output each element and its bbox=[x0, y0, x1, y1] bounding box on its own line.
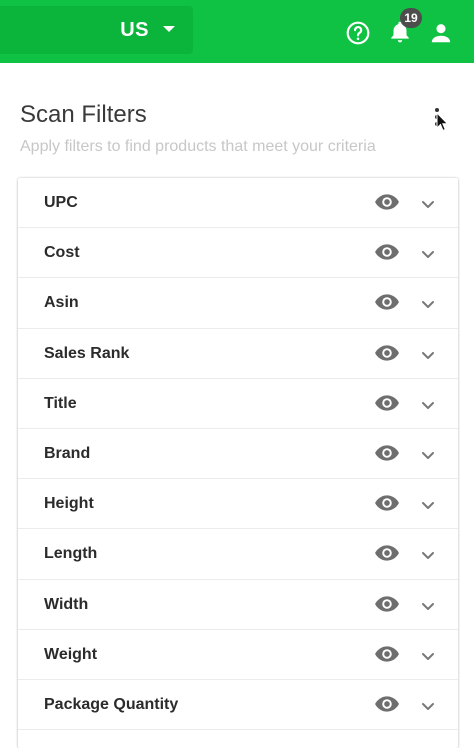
filter-row[interactable]: Cost bbox=[18, 228, 458, 279]
region-label: US bbox=[120, 18, 149, 41]
filter-label: UPC bbox=[44, 194, 78, 211]
filter-row[interactable]: Width bbox=[18, 580, 458, 630]
eye-icon[interactable] bbox=[374, 343, 400, 363]
chevron-down-icon[interactable] bbox=[420, 698, 436, 714]
filter-label: Weight bbox=[44, 645, 98, 663]
filter-label: Width bbox=[44, 595, 89, 613]
more-vertical-icon[interactable] bbox=[428, 106, 446, 132]
region-dropdown[interactable]: US bbox=[0, 6, 193, 54]
filter-label: Brand bbox=[44, 444, 91, 462]
eye-icon[interactable] bbox=[374, 543, 400, 563]
filters-list: UPC Cost Asin Sales Rank Title Brand Height Len… bbox=[18, 178, 458, 748]
user-icon[interactable] bbox=[428, 20, 454, 46]
chevron-down-icon[interactable] bbox=[420, 497, 436, 513]
filter-label: Length bbox=[44, 545, 98, 563]
eye-icon[interactable] bbox=[374, 594, 400, 614]
filter-row[interactable]: Asin bbox=[18, 278, 458, 329]
filter-label: Sales Rank bbox=[44, 344, 130, 362]
eye-icon[interactable] bbox=[374, 694, 400, 714]
filter-row[interactable]: Height bbox=[18, 479, 458, 530]
filter-row[interactable]: UPC bbox=[18, 178, 458, 229]
filter-row[interactable]: Brand bbox=[18, 429, 458, 480]
eye-icon[interactable] bbox=[374, 644, 400, 664]
notification-count-badge: 19 bbox=[400, 8, 422, 28]
chevron-down-icon[interactable] bbox=[420, 598, 436, 614]
eye-icon[interactable] bbox=[374, 443, 400, 463]
top-app-bar: US 19 bbox=[0, 0, 474, 63]
filter-row[interactable]: Package Quantity bbox=[18, 680, 458, 731]
filter-label: Asin bbox=[44, 294, 79, 312]
chevron-down-icon[interactable] bbox=[420, 347, 436, 363]
eye-icon[interactable] bbox=[374, 242, 400, 262]
chevron-down-icon[interactable] bbox=[420, 397, 436, 413]
eye-icon[interactable] bbox=[374, 393, 400, 413]
filter-row[interactable]: Length bbox=[18, 529, 458, 580]
help-circle-icon[interactable] bbox=[345, 20, 371, 46]
filter-row[interactable]: Title bbox=[18, 379, 458, 429]
caret-down-icon bbox=[163, 26, 175, 32]
filter-row[interactable]: Weight bbox=[18, 630, 458, 680]
chevron-down-icon[interactable] bbox=[420, 648, 436, 664]
chevron-down-icon[interactable] bbox=[420, 246, 436, 262]
chevron-down-icon[interactable] bbox=[420, 196, 436, 212]
filter-label: Package Quantity bbox=[44, 695, 179, 713]
page-title: Scan Filters bbox=[20, 101, 147, 128]
eye-icon[interactable] bbox=[374, 292, 400, 312]
filter-row[interactable]: Sales Rank bbox=[18, 329, 458, 379]
eye-icon[interactable] bbox=[374, 493, 400, 513]
chevron-down-icon[interactable] bbox=[420, 447, 436, 463]
page-subtitle: Apply filters to find products that meet… bbox=[20, 138, 376, 155]
filter-label: Height bbox=[44, 495, 94, 513]
filter-label: Cost bbox=[44, 244, 80, 262]
eye-icon[interactable] bbox=[374, 192, 400, 212]
chevron-down-icon[interactable] bbox=[420, 547, 436, 563]
filter-label: Title bbox=[44, 394, 77, 412]
chevron-down-icon[interactable] bbox=[420, 296, 436, 312]
